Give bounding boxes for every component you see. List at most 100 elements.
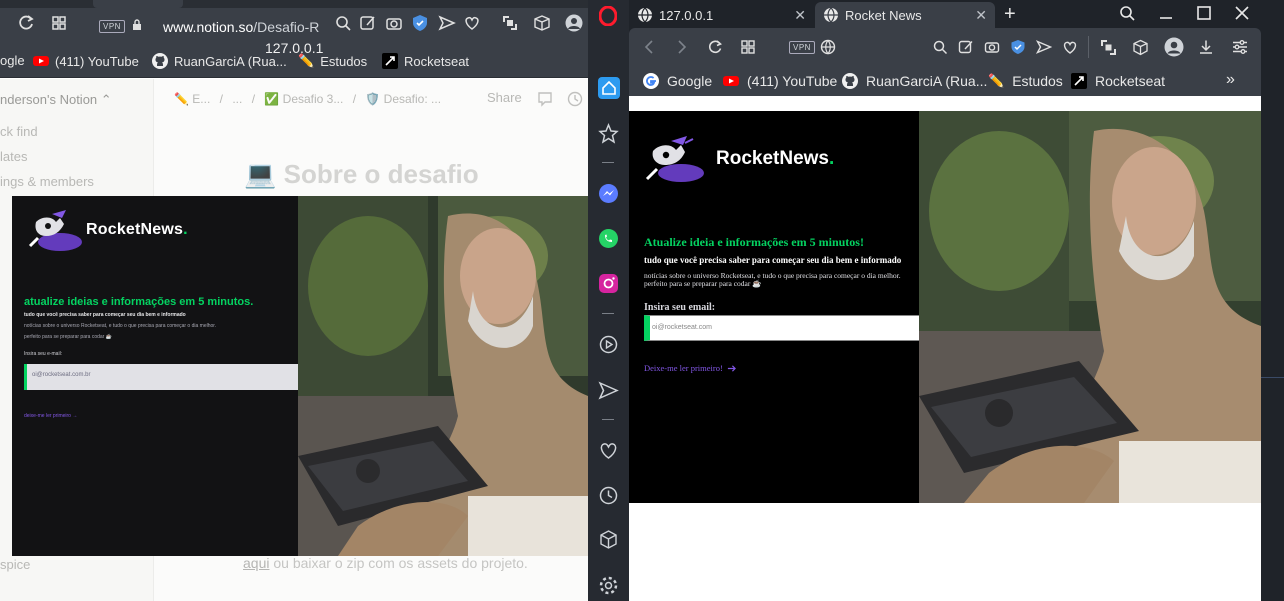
comment-icon[interactable] (537, 91, 553, 107)
edit-icon[interactable] (359, 14, 377, 32)
bookmark-youtube[interactable]: (411) YouTube (33, 53, 139, 69)
site-info-globe-icon[interactable] (820, 39, 836, 55)
history-clock-icon[interactable] (598, 485, 619, 506)
sidebar-item-templates[interactable]: lates (0, 149, 27, 164)
profile-icon[interactable] (565, 14, 583, 32)
page-title-text: Sobre o desafio (283, 159, 479, 189)
globe-icon (824, 7, 838, 23)
workspace-switcher[interactable]: nderson's Notion ⌃ (0, 92, 112, 108)
bookmark-rocketseat[interactable]: Rocketseat (382, 53, 469, 69)
tabs-grid-icon[interactable] (50, 14, 68, 32)
github-icon (842, 73, 858, 89)
clock-icon[interactable] (567, 91, 583, 107)
url-path: /Desafio-R (253, 19, 320, 35)
heart-icon[interactable] (598, 440, 619, 461)
tab-title: Rocket News (845, 7, 922, 23)
new-tab-button[interactable]: + (1004, 3, 1016, 26)
messenger-icon[interactable] (598, 183, 619, 204)
left-active-tab[interactable] (93, 0, 183, 8)
send-icon[interactable] (598, 380, 619, 401)
arrow-right-icon: → (72, 413, 78, 419)
sidebar-item-settings[interactable]: ings & members (0, 174, 94, 189)
download-icon[interactable] (1198, 39, 1214, 55)
youtube-icon (723, 76, 739, 86)
back-arrow-icon[interactable] (641, 39, 657, 55)
forward-arrow-icon[interactable] (674, 39, 690, 55)
reload-icon[interactable] (707, 39, 723, 55)
rocketseat-icon (1071, 73, 1087, 89)
description: notícias sobre o universo Rocketseat, e … (644, 271, 901, 288)
tabs-grid-icon[interactable] (740, 39, 756, 55)
snapshot-icon[interactable] (1100, 39, 1117, 56)
mockup-email-input: oi@rocketseat.com.br (24, 364, 332, 390)
address-bar[interactable]: 127.0.0.1 (265, 40, 323, 56)
sidebar-divider (602, 419, 614, 420)
settings-gear-icon[interactable] (598, 575, 619, 596)
send-icon[interactable] (1036, 39, 1052, 55)
subheadline: tudo que você precisa saber para começar… (644, 255, 902, 265)
close-tab-icon[interactable]: ✕ (794, 7, 806, 24)
footnote-link[interactable]: aqui (243, 555, 269, 571)
search-icon[interactable] (932, 39, 948, 55)
bookmark-label: Google (667, 73, 713, 89)
breadcrumb-separator: / (352, 92, 357, 106)
close-window-icon[interactable] (1234, 5, 1250, 21)
vpn-badge[interactable]: VPN (789, 41, 815, 54)
shield-icon[interactable] (411, 14, 429, 32)
pencil-icon: ✏️ (988, 73, 1005, 88)
left-address-bar[interactable]: www.notion.so/Desafio-R (163, 19, 319, 35)
minimize-icon[interactable] (1158, 5, 1174, 21)
cube-icon[interactable] (1132, 39, 1149, 56)
brand-dot: . (183, 221, 188, 238)
sidebar-item-workspace[interactable]: spice (0, 557, 30, 572)
profile-icon[interactable] (1164, 37, 1184, 57)
mascot-logo-icon (645, 136, 704, 182)
bookmark-google[interactable]: ogle (0, 53, 25, 68)
window-edge (1261, 96, 1284, 601)
edit-icon[interactable] (958, 39, 974, 55)
bookmark-youtube[interactable]: (411) YouTube (723, 73, 837, 89)
opera-logo-icon[interactable] (599, 6, 617, 26)
lock-icon[interactable] (131, 19, 143, 31)
bookmark-estudos[interactable]: ✏️ Estudos (988, 73, 1063, 89)
bookmark-rocketseat[interactable]: Rocketseat (1071, 73, 1165, 89)
search-icon[interactable] (334, 14, 352, 32)
snapshot-icon[interactable] (501, 14, 519, 32)
mascot-logo-icon (28, 210, 82, 251)
sidebar-item-quick-find[interactable]: ck find (0, 124, 38, 139)
maximize-icon[interactable] (1196, 5, 1212, 21)
player-icon[interactable] (598, 334, 619, 355)
heart-icon[interactable] (1062, 39, 1078, 55)
bookmark-google[interactable]: Google (643, 73, 712, 89)
speed-dial-home-button[interactable] (598, 77, 620, 99)
heart-icon[interactable] (463, 14, 481, 32)
whatsapp-icon[interactable] (598, 228, 619, 249)
camera-icon[interactable] (984, 39, 1000, 55)
shield-icon[interactable] (1010, 39, 1026, 55)
tab-rocket-news[interactable]: Rocket News ✕ (815, 2, 995, 28)
share-button[interactable]: Share (487, 90, 522, 105)
bookmark-label: (411) YouTube (747, 73, 838, 89)
easy-setup-icon[interactable] (1232, 39, 1248, 55)
instagram-icon[interactable] (598, 273, 619, 294)
search-tabs-icon[interactable] (1119, 5, 1135, 21)
camera-icon[interactable] (385, 14, 403, 32)
bookmark-github[interactable]: RuanGarciA (Rua... (842, 73, 987, 89)
mockup-link-text: deixe-me ler primeiro (24, 413, 71, 419)
star-icon[interactable] (598, 123, 619, 144)
breadcrumb[interactable]: ✏️ E... / ... / ✅ Desafio 3... / 🛡️ Desa… (174, 92, 441, 106)
cube-icon[interactable] (598, 529, 619, 550)
breadcrumb-item: Desafio 3... (282, 92, 344, 106)
vpn-badge[interactable]: VPN (99, 20, 125, 33)
read-first-link[interactable]: Deixe-me ler primeiro! (644, 363, 736, 373)
breadcrumb-item: ✏️ (174, 92, 193, 106)
brand-logo-text: RocketNews. (716, 148, 834, 170)
cube-icon[interactable] (533, 14, 551, 32)
tab-localhost[interactable]: 127.0.0.1 ✕ (629, 2, 814, 28)
close-tab-icon[interactable]: ✕ (975, 7, 987, 24)
reload-icon[interactable] (17, 14, 35, 32)
bookmarks-overflow-button[interactable]: » (1226, 71, 1235, 89)
send-icon[interactable] (438, 14, 456, 32)
google-icon (643, 73, 659, 89)
page-footnote: aqui ou baixar o zip com os assets do pr… (243, 555, 528, 571)
